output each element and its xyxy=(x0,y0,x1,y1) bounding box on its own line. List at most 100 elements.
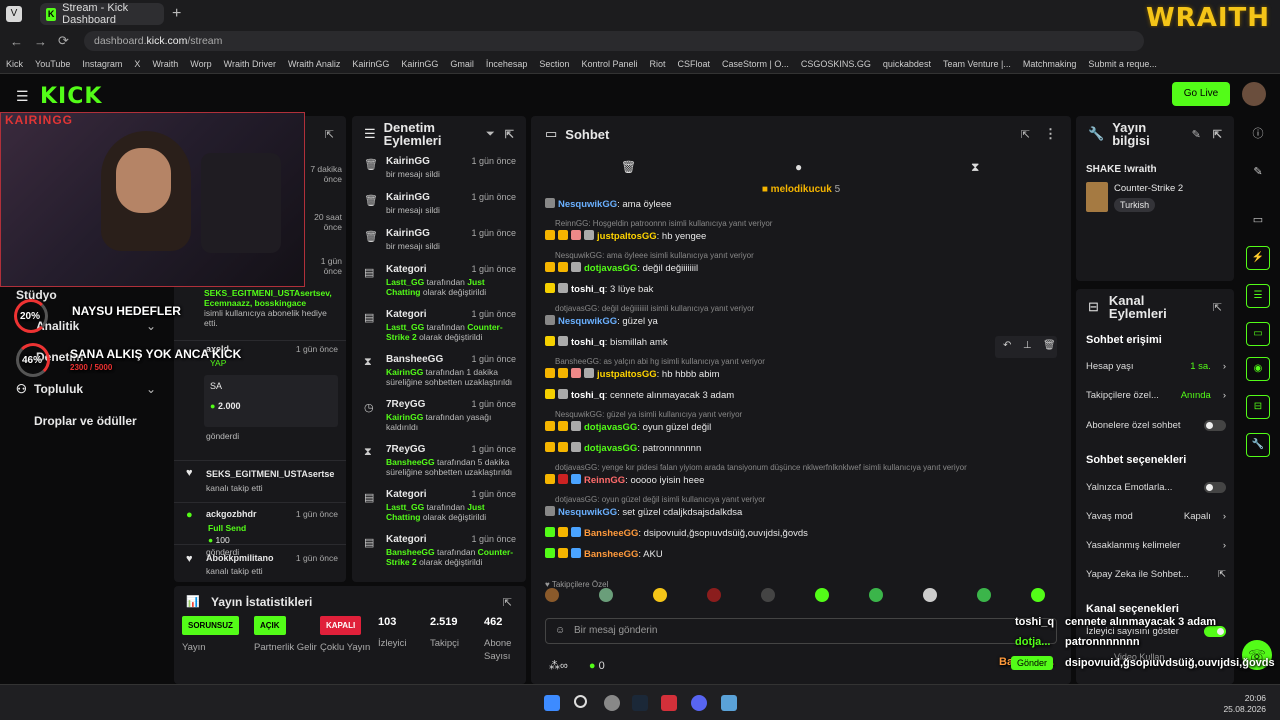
bookmark[interactable]: CaseStorm | O... xyxy=(722,59,789,69)
bookmark[interactable]: X xyxy=(134,59,140,69)
bookmark[interactable]: Wraith Driver xyxy=(224,59,276,69)
list-icon[interactable]: ☰ xyxy=(1246,284,1270,308)
banned-words-row[interactable]: Yasaklanmış kelimeler › xyxy=(1086,540,1226,551)
chat-icon[interactable]: ▭ xyxy=(1246,322,1270,346)
emote-icon[interactable] xyxy=(977,588,991,602)
chat-username[interactable]: BansheeGG xyxy=(584,549,638,560)
more-options-icon[interactable]: ⋮ xyxy=(1044,126,1057,142)
popout-icon[interactable]: ⇱ xyxy=(1213,301,1222,314)
pin-icon[interactable]: ⊥ xyxy=(1023,340,1032,351)
emote-icon[interactable] xyxy=(869,588,883,602)
video-icon[interactable]: ▭ xyxy=(1246,208,1270,232)
stream-category[interactable]: Counter-Strike 2 xyxy=(1114,183,1183,194)
user-avatar[interactable] xyxy=(1242,82,1266,106)
send-button[interactable]: Gönder xyxy=(1011,656,1054,670)
chat-message[interactable]: toshi_q: bismillah amk xyxy=(545,336,668,348)
popout-icon[interactable]: ⇱ xyxy=(505,128,514,141)
hourglass-icon[interactable]: ⧗ xyxy=(971,160,979,175)
popout-icon[interactable]: ⇱ xyxy=(325,128,334,141)
chat-icon[interactable]: ● xyxy=(795,160,802,174)
emoji-icon[interactable]: ☺ xyxy=(555,619,565,643)
bookmark[interactable]: YouTube xyxy=(35,59,70,69)
chat-username[interactable]: NesquwikGG xyxy=(558,199,617,210)
chat-username[interactable]: dotjavasGG xyxy=(584,443,637,454)
url-input[interactable]: dashboard.kick.com/stream xyxy=(84,31,1144,51)
broadcast-icon[interactable]: ◉ xyxy=(1246,357,1270,381)
bookmark[interactable]: Worp xyxy=(190,59,211,69)
bookmark[interactable]: Wraith xyxy=(152,59,178,69)
popout-icon[interactable]: ⇱ xyxy=(1021,128,1030,141)
chat-username[interactable]: ReinnGG xyxy=(584,475,625,486)
bookmark[interactable]: Matchmaking xyxy=(1023,59,1077,69)
chat-username[interactable]: toshi_q xyxy=(571,337,605,348)
bookmark[interactable]: Wraith Analiz xyxy=(288,59,340,69)
chat-message[interactable]: dotjavasGG: patronnnnnnn xyxy=(545,442,701,454)
emote-icon[interactable] xyxy=(653,588,667,602)
emote-icon[interactable] xyxy=(1031,588,1045,602)
bookmark[interactable]: KairinGG xyxy=(352,59,389,69)
chat-username[interactable]: toshi_q xyxy=(571,390,605,401)
chat-message[interactable]: NesquwikGG: güzel ya isimli kullanıcıya … xyxy=(545,410,742,433)
settings-icon[interactable]: ⁂∞ xyxy=(549,660,568,672)
bookmark[interactable]: CSGOSKINS.GG xyxy=(801,59,871,69)
chat-message[interactable]: NesquwikGG: ama öyleee isimli kullanıcıy… xyxy=(545,251,754,274)
emote-icon[interactable] xyxy=(545,588,559,602)
system-clock[interactable]: 20:06 25.08.2026 xyxy=(1223,693,1266,715)
chat-message[interactable]: dotjavasGG: yenge kır pidesi falan yiyio… xyxy=(545,463,967,486)
emote-icon[interactable] xyxy=(815,588,829,602)
chat-username[interactable]: dotjavasGG xyxy=(584,422,637,433)
account-age-row[interactable]: Hesap yaşı 1 sa. › xyxy=(1086,361,1226,372)
chat-username[interactable]: NesquwikGG xyxy=(558,507,617,518)
emotes-only-row[interactable]: Yalnızca Emotlarla... xyxy=(1086,482,1226,493)
chat-message[interactable]: dotjavasGG: oyun güzel değil isimli kull… xyxy=(545,495,765,518)
emote-icon[interactable] xyxy=(923,588,937,602)
bookmark[interactable]: İncehesap xyxy=(486,59,528,69)
steam-icon[interactable] xyxy=(632,695,648,711)
emote-icon[interactable] xyxy=(707,588,721,602)
bookmark[interactable]: Team Venture |... xyxy=(943,59,1011,69)
chat-username[interactable]: NesquwikGG xyxy=(558,316,617,327)
popout-icon[interactable]: ⇱ xyxy=(1213,128,1222,141)
discord-icon[interactable] xyxy=(691,695,707,711)
sidebar-item-drops[interactable]: Droplar ve ödüller xyxy=(16,414,156,428)
bookmark[interactable]: Submit a reque... xyxy=(1088,59,1157,69)
popout-icon[interactable]: ⇱ xyxy=(503,596,512,609)
bookmark[interactable]: Kontrol Paneli xyxy=(581,59,637,69)
windows-start-icon[interactable] xyxy=(544,695,560,711)
chat-message[interactable]: toshi_q: 3 lüye bak xyxy=(545,283,653,295)
vivaldi-icon[interactable] xyxy=(661,695,677,711)
pinned-user[interactable]: ■ melodikucuk 5 xyxy=(531,184,1071,195)
chat-message[interactable]: BansheeGG: dsipovıuid,ğsopıuvdsüiğ,ouvıj… xyxy=(545,527,808,539)
chat-message[interactable]: toshi_q: cennete alınmayacak 3 adam xyxy=(545,389,734,401)
emotes-only-toggle[interactable] xyxy=(1204,482,1226,493)
sidebar-item-community[interactable]: ⚇ Topluluk ⌄ xyxy=(16,382,156,396)
reply-icon[interactable]: ↶ xyxy=(1003,340,1011,351)
chat-username[interactable]: BansheeGG xyxy=(584,528,638,539)
new-tab-button[interactable]: + xyxy=(172,5,181,23)
bookmark[interactable]: Riot xyxy=(650,59,666,69)
subs-only-toggle[interactable] xyxy=(1204,420,1226,431)
bookmark[interactable]: Gmail xyxy=(450,59,474,69)
chat-message[interactable]: NesquwikGG: ama öyleee xyxy=(545,198,672,210)
delete-icon[interactable]: 🗑 xyxy=(1043,340,1056,351)
forward-icon[interactable]: → xyxy=(34,34,48,49)
bookmark[interactable]: Section xyxy=(539,59,569,69)
vivaldi-menu-icon[interactable]: V xyxy=(6,6,22,22)
search-icon[interactable] xyxy=(574,695,587,708)
subs-only-row[interactable]: Abonelere özel sohbet xyxy=(1086,420,1226,431)
browser-tab[interactable]: K Stream - Kick Dashboard xyxy=(40,2,164,26)
ai-chat-row[interactable]: Yapay Zeka ile Sohbet... ⇱ xyxy=(1086,569,1226,580)
bookmark[interactable]: quickabdest xyxy=(883,59,931,69)
chat-message[interactable]: BansheeGG: AKU xyxy=(545,548,663,560)
followers-only-row[interactable]: Takipçilere özel... Anında › xyxy=(1086,390,1226,401)
bookmark[interactable]: CSFloat xyxy=(678,59,711,69)
chat-username[interactable]: toshi_q xyxy=(571,284,605,295)
chat-message[interactable]: dotjavasGG: değil değiiiiiiil isimli kul… xyxy=(545,304,754,327)
bookmark[interactable]: Kick xyxy=(6,59,23,69)
menu-icon[interactable]: ☰ xyxy=(16,88,29,105)
wrench-icon[interactable]: 🔧 xyxy=(1246,433,1270,457)
edit-icon[interactable]: ✎ xyxy=(1192,128,1201,141)
info-icon[interactable]: ⓘ xyxy=(1246,122,1270,146)
trash-icon[interactable]: 🗑 xyxy=(621,160,636,174)
pencil-icon[interactable]: ✎ xyxy=(1246,160,1270,184)
